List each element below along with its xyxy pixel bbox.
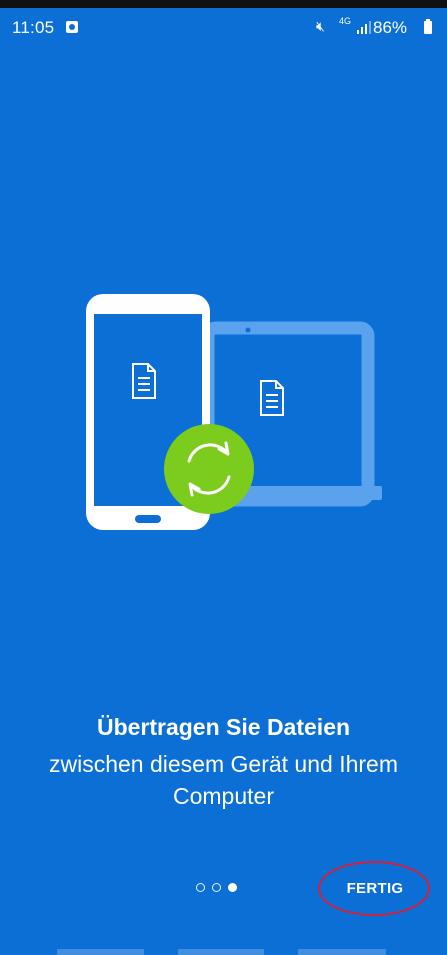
- page-indicator: [196, 883, 237, 897]
- slide-description: zwischen diesem Gerät und Ihrem Computer: [49, 751, 398, 809]
- done-button[interactable]: FERTIG: [320, 866, 430, 912]
- transfer-illustration: [86, 294, 382, 530]
- onboarding-screen: 11:05 🔇︎ 4G 86% Übertragen Sie Dateien z…: [0, 0, 447, 955]
- sync-icon: [164, 424, 254, 514]
- nav-bar-hint-right: [298, 949, 386, 955]
- top-edge: [0, 0, 447, 8]
- page-dot-1: [196, 883, 205, 892]
- battery-icon: [424, 19, 432, 34]
- laptop-document-icon: [260, 380, 284, 416]
- slide-headline: Übertragen Sie Dateien: [96, 714, 351, 740]
- signal-icon: [357, 21, 371, 34]
- notification-app-icon: [66, 21, 78, 33]
- status-time: 11:05: [12, 18, 55, 37]
- page-dot-3-active: [228, 883, 237, 892]
- mute-icon: 🔇︎: [316, 18, 325, 34]
- status-bar: 11:05 🔇︎ 4G 86%: [0, 8, 447, 48]
- page-dot-2: [212, 883, 221, 892]
- nav-bar-hint-left: [57, 949, 144, 955]
- battery-percentage: 86%: [373, 18, 408, 37]
- nav-bar-hint-center: [178, 949, 264, 955]
- network-type-label: 4G: [339, 16, 352, 26]
